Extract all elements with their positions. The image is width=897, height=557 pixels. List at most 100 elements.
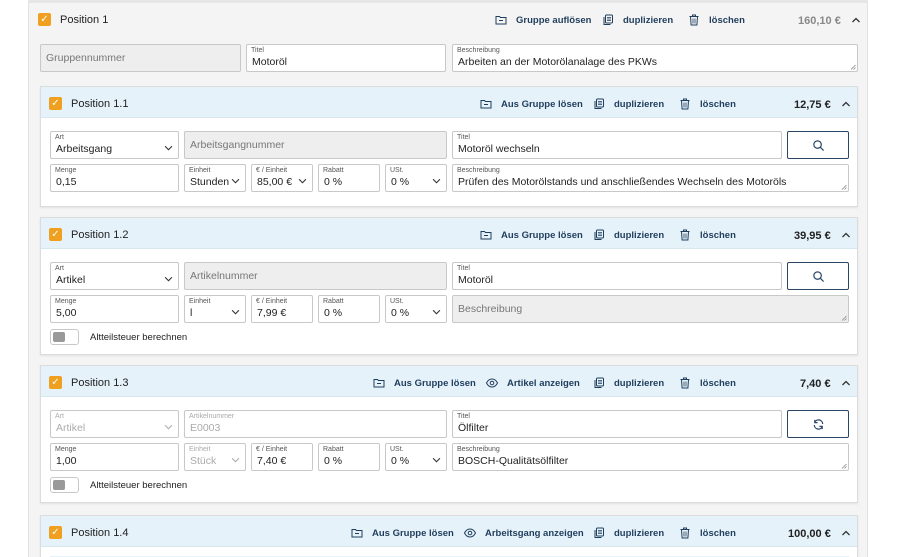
chevron-down-icon [164,424,173,430]
folder-icon [480,229,492,241]
art-select[interactable]: Art Artikel [50,262,179,290]
delete-button[interactable]: löschen [679,98,736,110]
position-1-2-price: 39,95 € [794,230,831,242]
position-1-2-title-wrap: ✓ Position 1.2 [49,228,128,241]
art-select[interactable]: Art Arbeitsgang [50,131,179,159]
position-1-title: Position 1 [60,13,109,26]
folder-icon [373,377,385,389]
position-1-4-title: Position 1.4 [71,526,129,539]
remove-from-group-button[interactable]: Aus Gruppe lösen [480,229,583,241]
chevron-down-icon [164,276,173,282]
discount-input[interactable]: Rabatt 0 % [318,164,380,192]
delete-button[interactable]: löschen [688,14,745,26]
position-1-4-card: ✓ Position 1.4 Aus Gruppe lösen Arbeitsg… [40,515,858,557]
unit-price-input[interactable]: € / Einheit 7,99 € [251,295,313,323]
show-article-button[interactable]: Artikel anzeigen [486,377,580,389]
resize-handle-icon[interactable] [841,463,847,469]
chevron-up-icon[interactable] [841,378,851,388]
search-icon [812,139,825,152]
title-input[interactable]: Titel Ölfilter [452,410,782,438]
refresh-icon [812,418,825,431]
eye-icon [464,527,476,539]
position-1-1-title: Position 1.1 [71,97,129,110]
article-number-input[interactable]: Artikelnummer [184,262,447,290]
chevron-up-icon[interactable] [851,15,861,25]
duplicate-button[interactable]: duplizieren [602,14,673,26]
unit-select[interactable]: Einheit l [184,295,246,323]
group-title-input[interactable]: Titel Motoröl [246,44,446,72]
chevron-down-icon [432,457,441,463]
chevron-down-icon [231,457,240,463]
chevron-up-icon[interactable] [841,528,851,538]
folder-icon [480,98,492,110]
position-1-3-card: ✓ Position 1.3 Aus Gruppe lösen Artikel … [40,365,858,503]
title-input[interactable]: Titel Motoröl wechseln [452,131,782,159]
quantity-input[interactable]: Menge 0,15 [50,164,179,192]
trash-icon [679,527,691,539]
article-number-input: Artikelnummer E0003 [184,410,447,438]
discount-input[interactable]: Rabatt 0 % [318,443,380,471]
discount-input[interactable]: Rabatt 0 % [318,295,380,323]
title-input[interactable]: Titel Motoröl [452,262,782,290]
remove-from-group-button[interactable]: Aus Gruppe lösen [480,98,583,110]
unit-select[interactable]: Einheit Stunden [184,164,246,192]
copy-icon [602,14,614,26]
unit-price-input[interactable]: € / Einheit 7,40 € [251,443,313,471]
group-description-textarea[interactable]: Beschreibung Arbeiten an der Motorölanal… [452,44,858,72]
position-1-3-title-wrap: ✓ Position 1.3 [49,376,128,389]
chevron-down-icon [298,178,307,184]
duplicate-button[interactable]: duplizieren [593,229,664,241]
remove-from-group-button[interactable]: Aus Gruppe lösen [373,377,476,389]
copy-icon [593,229,605,241]
chevron-up-icon[interactable] [841,230,851,240]
resize-handle-icon[interactable] [850,64,856,70]
position-1-3-checkbox[interactable]: ✓ [49,376,62,389]
trash-icon [688,14,700,26]
position-1-2-checkbox[interactable]: ✓ [49,228,62,241]
description-textarea[interactable]: Beschreibung Prüfen des Motorölstands un… [452,164,849,192]
search-button[interactable] [787,262,849,290]
resize-handle-icon[interactable] [841,315,847,321]
chevron-up-icon[interactable] [841,99,851,109]
old-parts-tax-toggle[interactable] [50,329,79,345]
folder-icon [351,527,363,539]
old-parts-tax-toggle[interactable] [50,477,79,493]
duplicate-button[interactable]: duplizieren [593,377,664,389]
remove-from-group-button[interactable]: Aus Gruppe lösen [351,527,454,539]
duplicate-button[interactable]: duplizieren [593,98,664,110]
description-textarea[interactable]: Beschreibung [452,295,849,323]
unit-price-select[interactable]: € / Einheit 85,00 € [251,164,313,192]
vat-select[interactable]: USt. 0 % [385,164,447,192]
position-1-checkbox[interactable]: ✓ [38,13,51,26]
position-1-3-price: 7,40 € [800,378,831,390]
delete-button[interactable]: löschen [679,527,736,539]
position-1-1-checkbox[interactable]: ✓ [49,97,62,110]
refresh-button[interactable] [787,410,849,438]
position-1-header: ✓ Position 1 [38,13,108,26]
trash-icon [679,98,691,110]
trash-icon [679,229,691,241]
position-1-2-title: Position 1.2 [71,228,129,241]
description-textarea[interactable]: Beschreibung BOSCH-Qualitätsölfilter [452,443,849,471]
position-1-4-title-wrap: ✓ Position 1.4 [49,526,128,539]
old-parts-tax-label: Altteilsteuer berechnen [90,332,188,343]
group-number-input[interactable]: Gruppennummer [40,44,241,72]
dissolve-group-button[interactable]: Gruppe auflösen [495,14,591,26]
search-button[interactable] [787,131,849,159]
delete-button[interactable]: löschen [679,377,736,389]
position-1-4-checkbox[interactable]: ✓ [49,526,62,539]
quantity-input[interactable]: Menge 5,00 [50,295,179,323]
search-icon [812,270,825,283]
position-1-3-title: Position 1.3 [71,376,129,389]
show-work-step-button[interactable]: Arbeitsgang anzeigen [464,527,584,539]
vat-select[interactable]: USt. 0 % [385,295,447,323]
delete-button[interactable]: löschen [679,229,736,241]
resize-handle-icon[interactable] [841,184,847,190]
positions-panel: ✓ Position 1 Gruppe auflösen duplizieren… [28,0,868,557]
duplicate-button[interactable]: duplizieren [593,527,664,539]
copy-icon [593,377,605,389]
vat-select[interactable]: USt. 0 % [385,443,447,471]
unit-select: Einheit Stück [184,443,246,471]
quantity-input[interactable]: Menge 1,00 [50,443,179,471]
work-step-number-input[interactable]: Arbeitsgangnummer [184,131,447,159]
